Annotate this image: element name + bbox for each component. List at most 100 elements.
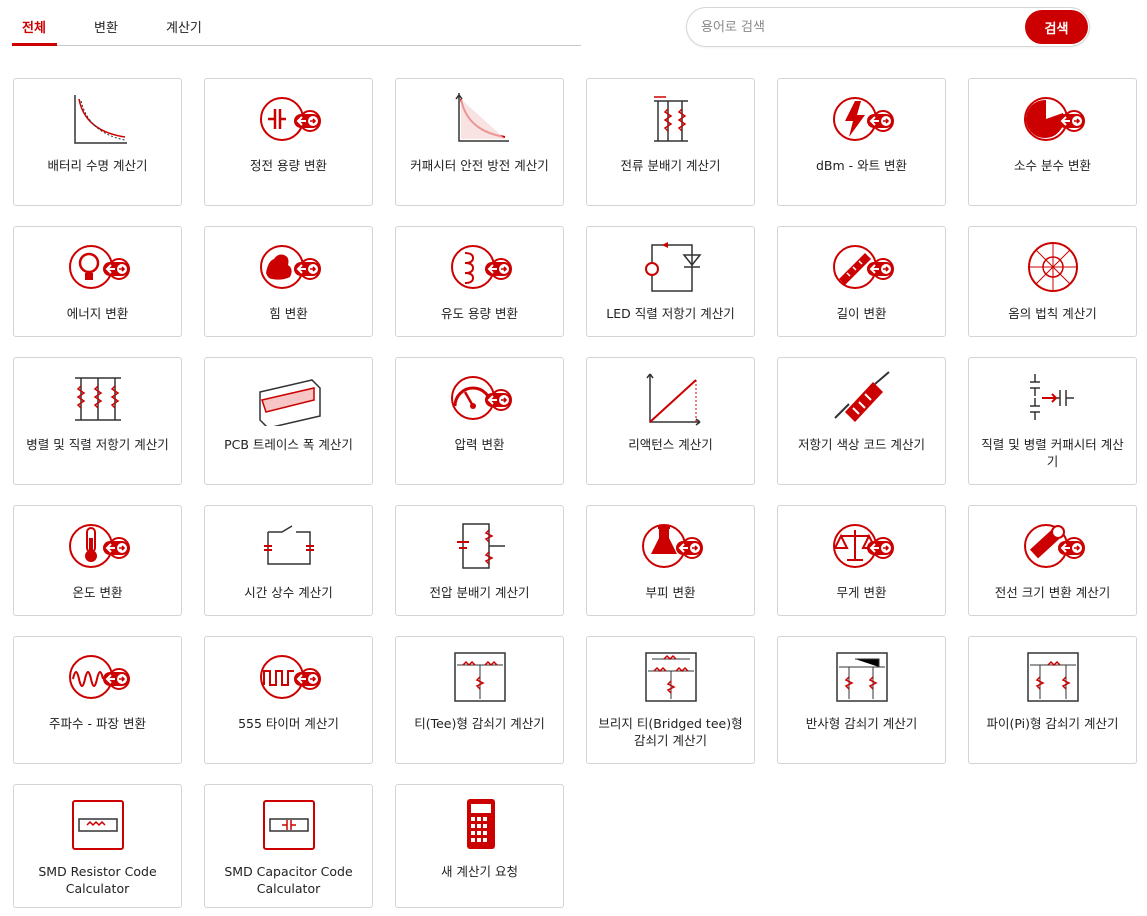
smd-capacitor-icon — [252, 797, 326, 853]
calculator-card-label: 압력 변환 — [454, 437, 505, 452]
wire-convert-icon — [1016, 518, 1090, 574]
calculator-card[interactable]: 압력 변환 — [395, 357, 564, 485]
calculator-card[interactable]: 브리지 티(Bridged tee)형 감쇠기 계산기 — [586, 636, 755, 764]
calculator-card-label: 시간 상수 계산기 — [244, 585, 333, 600]
calculator-card[interactable]: dBm - 와트 변환 — [777, 78, 946, 206]
lightning-convert-icon — [825, 91, 899, 147]
flask-convert-icon — [634, 518, 708, 574]
led-circuit-icon — [634, 239, 708, 295]
calculator-card[interactable]: 티(Tee)형 감쇠기 계산기 — [395, 636, 564, 764]
calculator-card[interactable]: 새 계산기 요청 — [395, 784, 564, 908]
calculator-card[interactable]: 555 타이머 계산기 — [204, 636, 373, 764]
calculator-card[interactable]: 유도 용량 변환 — [395, 226, 564, 337]
calculator-card-label: 커패시터 안전 방전 계산기 — [410, 158, 549, 173]
calculator-card-label: LED 직렬 저항기 계산기 — [606, 306, 735, 321]
current-divider-icon — [634, 91, 708, 147]
wave-convert-icon — [61, 649, 135, 705]
calculator-card-label: 파이(Pi)형 감쇠기 계산기 — [986, 716, 1119, 731]
pcb-trace-icon — [252, 370, 326, 426]
calculator-card[interactable]: 온도 변환 — [13, 505, 182, 616]
square-wave-convert-icon — [252, 649, 326, 705]
calculator-card[interactable]: 길이 변환 — [777, 226, 946, 337]
calculator-card[interactable]: 부피 변환 — [586, 505, 755, 616]
calculator-card-label: 정전 용량 변환 — [250, 158, 327, 173]
ohms-wheel-icon — [1016, 239, 1090, 295]
pie-convert-icon — [1016, 91, 1090, 147]
search-box: 검색 — [686, 7, 1090, 47]
calculator-card[interactable]: 전류 분배기 계산기 — [586, 78, 755, 206]
reflection-attenuator-icon — [825, 649, 899, 705]
calculator-card[interactable]: 무게 변환 — [777, 505, 946, 616]
calculator-card[interactable]: 파이(Pi)형 감쇠기 계산기 — [968, 636, 1137, 764]
calculator-card[interactable]: 커패시터 안전 방전 계산기 — [395, 78, 564, 206]
calculator-card[interactable]: 에너지 변환 — [13, 226, 182, 337]
smd-resistor-icon — [61, 797, 135, 853]
calculator-card-label: 저항기 색상 코드 계산기 — [798, 437, 925, 452]
rc-circuit-icon — [252, 518, 326, 574]
discharge-curve-icon — [443, 91, 517, 147]
calculator-card-label: 병렬 및 직렬 저항기 계산기 — [26, 437, 169, 452]
tab-calculators[interactable]: 계산기 — [166, 17, 202, 36]
tab-conversions[interactable]: 변환 — [94, 17, 118, 36]
bridged-tee-attenuator-icon — [634, 649, 708, 705]
calculator-card[interactable]: 직렬 및 병렬 커패시터 계산기 — [968, 357, 1137, 485]
calculator-icon — [443, 797, 517, 853]
tab-all[interactable]: 전체 — [22, 17, 46, 36]
calculator-card-label: 전선 크기 변환 계산기 — [994, 585, 1111, 600]
calculator-card-label: SMD Resistor Code Calculator — [38, 864, 157, 896]
calculator-card-label: 555 타이머 계산기 — [238, 716, 339, 731]
search-button[interactable]: 검색 — [1025, 10, 1088, 44]
calculator-card[interactable]: SMD Capacitor Code Calculator — [204, 784, 373, 908]
capacitor-series-icon — [1016, 370, 1090, 426]
calculator-card-label: 힘 변환 — [269, 306, 308, 321]
calculator-card[interactable]: 전선 크기 변환 계산기 — [968, 505, 1137, 616]
calculator-card-label: PCB 트레이스 폭 계산기 — [224, 437, 353, 452]
coil-convert-icon — [443, 239, 517, 295]
calculator-card[interactable]: 힘 변환 — [204, 226, 373, 337]
calculator-card-label: 온도 변환 — [72, 585, 123, 600]
calculator-card-label: 반사형 감쇠기 계산기 — [805, 716, 918, 731]
pi-attenuator-icon — [1016, 649, 1090, 705]
calculator-card[interactable]: 반사형 감쇠기 계산기 — [777, 636, 946, 764]
voltage-divider-icon — [443, 518, 517, 574]
calculator-card-label: 부피 변환 — [645, 585, 696, 600]
calculator-card[interactable]: 시간 상수 계산기 — [204, 505, 373, 616]
calculator-card-label: dBm - 와트 변환 — [815, 158, 908, 173]
calculator-card[interactable]: PCB 트레이스 폭 계산기 — [204, 357, 373, 485]
calculator-card[interactable]: SMD Resistor Code Calculator — [13, 784, 182, 908]
gauge-convert-icon — [443, 370, 517, 426]
resistor-color-icon — [825, 370, 899, 426]
reactance-graph-icon — [634, 370, 708, 426]
calculator-card[interactable]: 배터리 수명 계산기 — [13, 78, 182, 206]
battery-curve-icon — [61, 91, 135, 147]
capacitor-convert-icon — [252, 91, 326, 147]
resistor-network-icon — [61, 370, 135, 426]
calculator-card-label: 티(Tee)형 감쇠기 계산기 — [414, 716, 545, 731]
calculator-card-label: SMD Capacitor Code Calculator — [224, 864, 353, 896]
scale-convert-icon — [825, 518, 899, 574]
calculator-card-label: 리액턴스 계산기 — [628, 437, 713, 452]
calculator-card[interactable]: 옴의 법칙 계산기 — [968, 226, 1137, 337]
calculator-card[interactable]: 주파수 - 파장 변환 — [13, 636, 182, 764]
bulb-convert-icon — [61, 239, 135, 295]
calculator-card-label: 새 계산기 요청 — [441, 864, 518, 879]
calculator-card[interactable]: 저항기 색상 코드 계산기 — [777, 357, 946, 485]
calculator-card[interactable]: 정전 용량 변환 — [204, 78, 373, 206]
muscle-convert-icon — [252, 239, 326, 295]
calculator-card[interactable]: 리액턴스 계산기 — [586, 357, 755, 485]
calculator-card-label: 무게 변환 — [836, 585, 887, 600]
thermometer-convert-icon — [61, 518, 135, 574]
calculator-card[interactable]: 전압 분배기 계산기 — [395, 505, 564, 616]
calculator-card-label: 소수 분수 변환 — [1014, 158, 1091, 173]
tab-bar: 전체 변환 계산기 — [12, 8, 581, 46]
calculator-card-label: 전압 분배기 계산기 — [429, 585, 530, 600]
calculator-card[interactable]: 병렬 및 직렬 저항기 계산기 — [13, 357, 182, 485]
tee-attenuator-icon — [443, 649, 517, 705]
calculator-card-label: 전류 분배기 계산기 — [620, 158, 721, 173]
calculator-card-label: 배터리 수명 계산기 — [47, 158, 148, 173]
search-input[interactable] — [701, 17, 1001, 37]
ruler-convert-icon — [825, 239, 899, 295]
calculator-card[interactable]: 소수 분수 변환 — [968, 78, 1137, 206]
calculator-card[interactable]: LED 직렬 저항기 계산기 — [586, 226, 755, 337]
calculator-card-label: 직렬 및 병렬 커패시터 계산기 — [981, 437, 1124, 469]
